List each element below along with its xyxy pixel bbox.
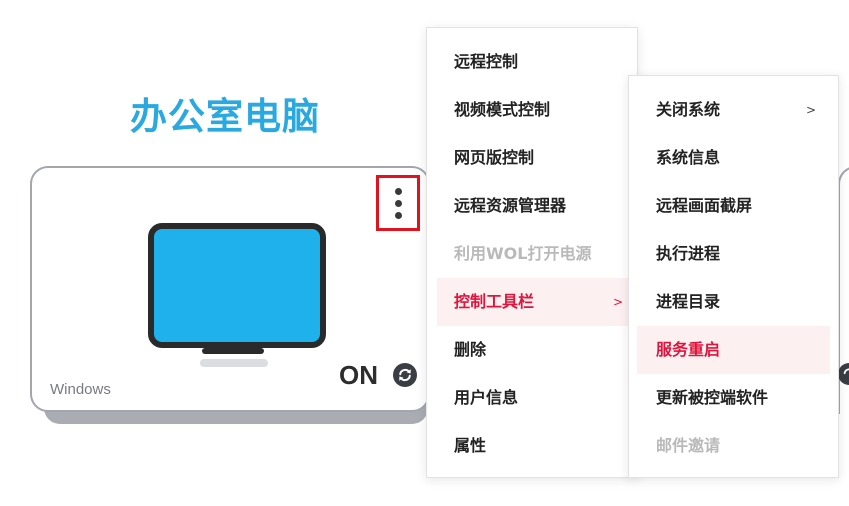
submenu-item[interactable]: 进程目录 <box>637 278 830 326</box>
submenu-item[interactable]: 关闭系统 > <box>637 86 830 134</box>
context-menu-item[interactable]: 删除 <box>437 326 637 374</box>
control-toolbar-submenu: 关闭系统 > 系统信息远程画面截屏 执行进程进程目录服务重启更新被控端软件 邮件邀请 <box>628 75 839 478</box>
device-card[interactable]: Windows ON <box>30 166 430 412</box>
chevron-right-icon: > <box>805 103 816 117</box>
context-menu-item-label: 远程资源管理器 <box>454 196 567 215</box>
submenu-item: 邮件邀请 <box>637 422 830 470</box>
context-menu-item-label: 删除 <box>454 340 487 359</box>
context-menu-item: 利用WOL打开电源 <box>437 230 637 278</box>
os-label: Windows <box>50 381 111 398</box>
context-menu-item-label: 网页版控制 <box>454 148 535 167</box>
refresh-icon[interactable] <box>393 363 417 387</box>
context-menu-item[interactable]: 控制工具栏 > <box>437 278 637 326</box>
context-menu-item[interactable]: 远程资源管理器 <box>437 182 637 230</box>
device-title: 办公室电脑 <box>130 95 320 138</box>
submenu-item-label: 服务重启 <box>656 340 721 359</box>
more-options-button[interactable] <box>376 175 420 231</box>
submenu-item-label: 系统信息 <box>656 148 721 167</box>
submenu-item[interactable]: 远程画面截屏 <box>637 182 830 230</box>
submenu-item-label: 执行进程 <box>656 244 721 263</box>
submenu-item[interactable]: 执行进程 <box>637 230 830 278</box>
context-menu-item-label: 远程控制 <box>454 52 519 71</box>
context-menu-item-label: 用户信息 <box>454 388 519 407</box>
context-menu-item-label: 控制工具栏 <box>454 292 535 311</box>
chevron-right-icon: > <box>612 295 623 309</box>
submenu-item[interactable]: 服务重启 <box>637 326 830 374</box>
context-menu: 远程控制视频模式控制 网页版控制远程资源管理器利用WOL打开电源 控制工具栏 > 删除用… <box>426 27 638 478</box>
context-menu-item[interactable]: 网页版控制 <box>437 134 637 182</box>
monitor-base <box>202 348 264 354</box>
submenu-item-label: 邮件邀请 <box>656 436 721 455</box>
submenu-item-label: 远程画面截屏 <box>656 196 753 215</box>
submenu-item-label: 进程目录 <box>656 292 721 311</box>
context-menu-item[interactable]: 用户信息 <box>437 374 637 422</box>
context-menu-item[interactable]: 属性 <box>437 422 637 470</box>
context-menu-item[interactable]: 远程控制 <box>437 38 637 86</box>
context-menu-item-label: 视频模式控制 <box>454 100 551 119</box>
app-stage: 办公室电脑 Windows ON 远程控制 视频模式控制 网页版控制 远程资源管… <box>0 0 849 506</box>
context-menu-item-label: 利用WOL打开电源 <box>454 244 592 263</box>
submenu-item-label: 关闭系统 <box>656 100 721 119</box>
context-menu-item[interactable]: 视频模式控制 <box>437 86 637 134</box>
submenu-item-label: 更新被控端软件 <box>656 388 769 407</box>
refresh-icon[interactable] <box>838 363 849 385</box>
context-menu-item-label: 属性 <box>454 436 487 455</box>
status-text: ON <box>339 360 378 390</box>
monitor-screen <box>148 223 326 348</box>
monitor-shadow <box>200 359 268 367</box>
submenu-item[interactable]: 系统信息 <box>637 134 830 182</box>
submenu-item[interactable]: 更新被控端软件 <box>637 374 830 422</box>
